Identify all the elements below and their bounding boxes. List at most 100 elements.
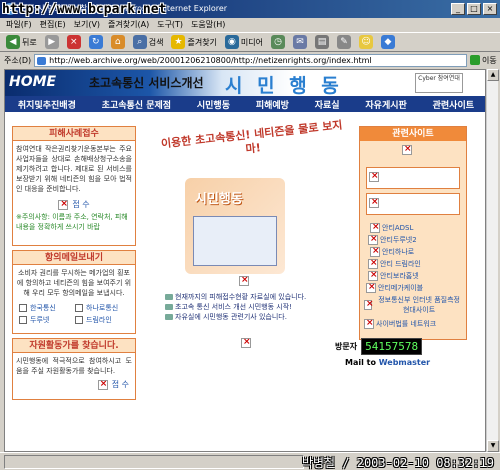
mail-button[interactable]: ✉ <box>291 34 309 50</box>
link-label: 안티 드림라인 <box>380 260 421 268</box>
volunteer-submit[interactable]: 접 수 <box>112 379 129 390</box>
forward-button[interactable]: ▶ <box>43 34 61 50</box>
slogan-graphic: 이용한 초고속통신! 네티즌을 물로 보지마! <box>160 119 345 160</box>
check-hanaro[interactable]: 하나로통신 <box>75 303 129 313</box>
mail-prefix: Mail to <box>345 358 379 367</box>
back-label: 뒤로 <box>22 37 37 47</box>
go-button[interactable]: 이동 <box>470 54 500 67</box>
broken-image-icon <box>368 234 378 245</box>
go-label: 이동 <box>482 55 497 65</box>
history-button[interactable]: ◷ <box>269 34 287 50</box>
check-kt[interactable]: 한국통신 <box>19 303 73 313</box>
refresh-icon: ↻ <box>88 35 103 49</box>
home-button[interactable]: ⌂ <box>109 34 127 50</box>
link-mic[interactable]: 정보통신부 인터넷 품질측정 현대사이트 <box>364 295 464 315</box>
capture-stamp: 박병철 / 2003-02-10 08:32:19 <box>301 456 494 470</box>
back-button[interactable]: ◀ 뒤로 <box>4 34 39 50</box>
links-image-slot <box>366 193 460 215</box>
history-icon: ◷ <box>271 35 286 49</box>
link-cyberlaw[interactable]: 사이버법률 네트워크 <box>364 318 472 329</box>
link-anti-dreamline[interactable]: 안티 드림라인 <box>368 258 476 269</box>
nav-problems[interactable]: 초고속통신 문제점 <box>102 98 171 111</box>
bullet-item[interactable]: 초고속 통신 서비스 개선 시민행동 시작! <box>165 302 365 312</box>
check-dreamline[interactable]: 드림라인 <box>75 315 129 325</box>
favorites-button[interactable]: ★ 즐겨찾기 <box>169 34 218 50</box>
nav-related[interactable]: 관련사이트 <box>433 98 474 111</box>
link-anti-adsl[interactable]: 안티ADSL <box>370 222 478 233</box>
visitor-counter: 방문자 54157578 <box>335 338 423 355</box>
nav-background[interactable]: 취지및추진배경 <box>18 98 76 111</box>
checkbox-icon <box>75 316 83 324</box>
hand-icon <box>165 294 173 300</box>
media-button[interactable]: ◉ 미디어 <box>223 34 265 50</box>
links-box: 관련사이트 안티ADSL 안티두루넷2 안티하나로 안티 드림라인 안티보라홈넷… <box>359 126 467 340</box>
link-anti-megacable[interactable]: 안티메가케이블 <box>366 282 474 293</box>
protest-body: 소비자 권리를 무시하는 메가업의 횡포에 항의하고 네티즌의 힘을 보여주기 … <box>16 269 132 297</box>
link-anti-thrunet[interactable]: 안티두루넷2 <box>368 234 476 245</box>
visitor-label: 방문자 <box>335 342 358 351</box>
volunteer-box: 자원활동가를 찾습니다. 시민행동에 적극적으로 참여하시고 도움을 주실 자원… <box>12 338 136 400</box>
go-arrow-icon <box>470 55 480 65</box>
refresh-button[interactable]: ↻ <box>87 34 105 50</box>
address-input[interactable]: http://web.archive.org/web/2000120621080… <box>34 53 467 67</box>
scroll-up-icon[interactable]: ▲ <box>487 69 499 81</box>
menu-favorites[interactable]: 즐겨찾기(A) <box>108 18 149 32</box>
link-label: 안티보라홈넷 <box>380 272 419 280</box>
nav-board[interactable]: 자유게시판 <box>365 98 406 111</box>
home-link[interactable]: HOME <box>9 74 56 90</box>
cyber-logo[interactable]: Cyber 참여연대 <box>415 73 463 93</box>
site-banner: HOME 초고속통신 서비스개선 시 민 행 동 Cyber 참여연대 <box>5 70 485 97</box>
menu-tools[interactable]: 도구(T) <box>157 18 183 32</box>
nav-action[interactable]: 시민행동 <box>197 98 230 111</box>
check-thrunet[interactable]: 두루넷 <box>19 315 73 325</box>
nav-archive[interactable]: 자료실 <box>315 98 340 111</box>
broken-image-icon[interactable] <box>58 199 69 210</box>
close-button[interactable]: × <box>483 3 497 15</box>
toolbar: ◀ 뒤로 ▶ × ↻ ⌂ ⌕ 검색 ★ 즐겨찾기 ◉ 미디어 ◷ ✉ ▤ ✎ ☺… <box>0 32 500 52</box>
menu-help[interactable]: 도움말(H) <box>191 18 225 32</box>
broken-image-icon[interactable] <box>97 379 108 390</box>
vertical-scrollbar[interactable]: ▲ ▼ <box>486 69 499 452</box>
broken-image-icon <box>241 337 251 348</box>
search-label: 검색 <box>148 37 164 47</box>
menu-view[interactable]: 보기(V) <box>74 18 100 32</box>
webmaster-link[interactable]: Webmaster <box>379 358 430 367</box>
nav-prevention[interactable]: 피해예방 <box>256 98 289 111</box>
broken-image-icon <box>370 246 380 257</box>
stop-button[interactable]: × <box>65 34 83 50</box>
maximize-button[interactable]: □ <box>467 3 481 15</box>
search-button[interactable]: ⌕ 검색 <box>131 34 166 50</box>
print-button[interactable]: ▤ <box>313 34 331 50</box>
menu-file[interactable]: 파일(F) <box>6 18 32 32</box>
bullet-item[interactable]: 자유실에 시민행동 관련기사 있습니다. <box>165 312 365 322</box>
messenger-button[interactable]: ☺ <box>357 34 375 50</box>
links-image-slot <box>366 167 460 189</box>
watermark: http://www.bcpark.net <box>2 2 167 17</box>
report-submit[interactable]: 접 수 <box>72 199 89 210</box>
extra-button[interactable]: ◆ <box>379 34 397 50</box>
broken-image-icon <box>364 299 374 310</box>
site-nav: 취지및추진배경 초고속통신 문제점 시민행동 피해예방 자료실 자유게시판 관련… <box>5 96 485 112</box>
bullet-item[interactable]: 현재까지의 피해접수현황 자료실에 있습니다. <box>165 292 365 302</box>
stop-icon: × <box>66 35 81 49</box>
hand-icon <box>165 314 173 320</box>
broken-image-icon <box>369 171 379 182</box>
scroll-down-icon[interactable]: ▼ <box>487 440 499 452</box>
report-body: 참여연대 작은권리찾기운동본부는 주요 사업자들을 상대로 손해배상청구소송을 … <box>16 145 132 193</box>
checkbox-icon <box>19 304 27 312</box>
link-anti-hanaro[interactable]: 안티하나로 <box>370 246 478 257</box>
check-kt-label: 한국통신 <box>30 304 56 312</box>
menu-edit[interactable]: 편집(E) <box>40 18 66 32</box>
broken-image-icon <box>368 270 378 281</box>
edit-button[interactable]: ✎ <box>335 34 353 50</box>
check-thrunet-label: 두루넷 <box>30 316 50 324</box>
menu-bar: 파일(F) 편집(E) 보기(V) 즐겨찾기(A) 도구(T) 도움말(H) <box>0 18 500 32</box>
report-heading: 피해사례접수 <box>13 127 135 141</box>
broken-image-icon <box>366 282 376 293</box>
link-label: 안티메가케이블 <box>378 284 424 292</box>
broken-image-icon <box>370 222 380 233</box>
bullet-text: 자유실에 시민행동 관련기사 있습니다. <box>175 313 287 321</box>
minimize-button[interactable]: _ <box>451 3 465 15</box>
link-anti-bora[interactable]: 안티보라홈넷 <box>368 270 476 281</box>
banner-title: 시 민 행 동 <box>225 75 343 97</box>
